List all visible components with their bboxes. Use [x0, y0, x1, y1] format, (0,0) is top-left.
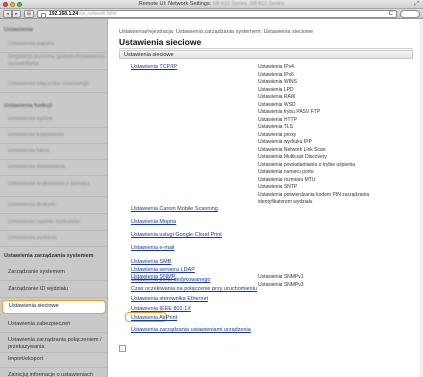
sidebar-item-18[interactable]: Ustawienia zarządzania połączeniem / prz… [0, 335, 108, 353]
site-favicon-icon [41, 12, 46, 18]
search-input[interactable] [400, 10, 420, 18]
sidebar-item-8[interactable]: Ustawienia skanowania [0, 162, 108, 176]
link-settings-0[interactable]: Ustawienia Canon Mobile Scanning [131, 206, 218, 212]
tcpip-desc-line: Ustawienia proxy [258, 131, 297, 138]
sidebar-item-9[interactable]: Ustawienia drukowania z pamięci [0, 179, 108, 197]
sidebar-item-label: Ustawienia wydania [8, 235, 57, 241]
link-settings-4[interactable]: Ustawienia SMB [131, 259, 171, 265]
tcpip-desc-line: Ustawienia IPv4 [258, 64, 294, 70]
tcpip-description: Ustawienia IPv4 Ustawienia IPv6 Ustawienia… [258, 64, 369, 207]
sidebar-item-label: Ustawienia [4, 27, 33, 33]
sidebar-item-3[interactable]: Ustawienia włącznika czasowego [0, 79, 108, 93]
tcpip-desc-line: Ustawienia powiadamiania o trybie uśpien… [258, 161, 355, 168]
tcpip-desc-line: Ustawienia TLS [258, 124, 293, 130]
sidebar: Ustawienia Ustawienia papieru Regulacja po… [0, 19, 108, 377]
link-settings-b0[interactable]: Ustawienia serwera LDAP [131, 267, 195, 273]
sidebar-item-label: Ustawienia papieru [8, 41, 55, 47]
sidebar-item-label: Zarządzanie ID wydziału [8, 286, 68, 292]
sidebar-item-11[interactable]: Ustawienia raportu wydruków [0, 217, 108, 231]
breadcrumb: Ustawienia/rejestracja: Ustawienia zarzą… [119, 29, 314, 35]
sidebar-item-label: Ustawienia raportu wydruków [8, 219, 80, 225]
link-tcpip-settings[interactable]: Ustawienia TCP/IP [131, 64, 177, 70]
sidebar-item-label: Ustawienia zarządzania systemem [4, 253, 94, 259]
tcpip-desc-line: Ustawienia trybu PASV FTP [258, 109, 321, 115]
sidebar-item-4: Ustawienia funkcji [0, 101, 108, 111]
sidebar-item-17[interactable]: Ustawienia zabezpieczeń [0, 319, 108, 333]
sidebar-item-6[interactable]: Ustawienia kopiowania [0, 130, 108, 144]
sidebar-item-14[interactable]: Zarządzanie systemem [0, 267, 108, 281]
sidebar-item-label: Ustawienia funkcji [4, 103, 52, 109]
reload-icon[interactable]: C [389, 11, 393, 18]
link-settings-b2[interactable]: Czas oczekiwania na połączenie przy uruc… [131, 286, 257, 292]
tcpip-desc-line: Ustawienia Multicast Discovery [258, 154, 327, 160]
url-path: /rui_network.html [78, 11, 117, 17]
snmp-desc-line: Ustawienia SNMPv1 [258, 274, 304, 280]
tcpip-desc-line: Ustawienia Network Link Scan [258, 146, 326, 153]
divider [119, 48, 413, 49]
sidebar-item-label: Ustawienia drukowania z pamięci [8, 181, 90, 187]
sidebar-item-2[interactable]: Regulacja poziomu gęstości/Ustawienia wy… [0, 52, 108, 70]
sidebar-item-1[interactable]: Ustawienia papieru [0, 39, 108, 53]
sidebar-item-15[interactable]: Zarządzanie ID wydziału [0, 284, 108, 298]
sidebar-item-label: Zarządzanie systemem [8, 269, 65, 275]
tcpip-desc-line: Ustawienia WINS [258, 79, 297, 85]
tcpip-desc-line: Ustawienia IPv6 [258, 71, 294, 78]
sidebar-item-10[interactable]: Ustawienia drukarki [0, 200, 108, 214]
tcpip-desc-line: Ustawienia WSD [258, 101, 296, 108]
url-host: 192.168.1.24 [49, 11, 79, 17]
tab-overview-button[interactable]: ⊞ [24, 10, 34, 18]
sidebar-item-16[interactable]: Ustawienia sieciowe [2, 300, 106, 314]
scroll-top-icon[interactable] [119, 345, 126, 352]
fullscreen-icon[interactable]: ⤢ [414, 1, 419, 8]
link-settings-2[interactable]: Ustawienia usługi Google Cloud Print [131, 232, 222, 238]
sidebar-item-label: Ustawienia zarządzania połączeniem / prz… [8, 337, 102, 350]
tcpip-desc-line: Ustawienia SNTP [258, 184, 298, 190]
tcpip-desc-line: Ustawienia wydruku IPP [258, 139, 312, 145]
sidebar-item-label: Import/eksport [8, 356, 44, 362]
sidebar-item-label: Ustawienia drukarki [8, 202, 56, 208]
link-settings-3[interactable]: Ustawienia e-mail [131, 245, 174, 251]
sidebar-item-label: Zainicjuj informacje o ustawieniach [8, 372, 93, 377]
sidebar-item-label: Ustawienia zabezpieczeń [8, 321, 71, 327]
back-button[interactable]: ◂ [3, 10, 12, 18]
sidebar-item-5[interactable]: Ustawienia ogólne [0, 114, 108, 128]
sidebar-item-0: Ustawienia [0, 25, 108, 35]
section-header: Ustawienia sieciowe [119, 50, 413, 59]
page-title: Ustawienia sieciowe [119, 37, 202, 47]
tcpip-desc-line: Ustawienia potwierdzania kodem PIN zarzą… [258, 191, 370, 198]
sidebar-item-label: Ustawienia włącznika czasowego [8, 81, 90, 87]
sidebar-item-label: Ustawienia sieciowe [9, 303, 59, 309]
scrollbar[interactable] [419, 19, 423, 377]
sidebar-item-19[interactable]: Import/eksport [0, 354, 108, 368]
link-settings-b4[interactable]: Ustawienia IEEE 802.1X [131, 306, 191, 312]
tcpip-desc-line: Ustawienia numeru portu [258, 169, 314, 175]
tcpip-desc-line: Ustawienia rozmiaru MTU [258, 176, 316, 183]
browser-toolbar: ◂ ▸ ⊞ 192.168.1.24/rui_network.html C [0, 9, 423, 19]
link-settings-b1[interactable]: Ustawienia portu dedykowanego [131, 277, 211, 283]
sidebar-item-label: Regulacja poziomu gęstości/Ustawienia wy… [8, 54, 105, 67]
sidebar-item-label: Ustawienia ogólne [8, 116, 53, 122]
link-settings-1[interactable]: Ustawienia Mopria [131, 219, 176, 225]
sidebar-item-label: Ustawienia faksu [8, 148, 50, 154]
window-titlebar: Remote UI: Network Settings: MF410 Serie… [0, 0, 423, 9]
main-content: Ustawienia/rejestracja: Ustawienia zarzą… [109, 19, 423, 377]
sidebar-item-20[interactable]: Zainicjuj informacje o ustawieniach [0, 370, 108, 377]
link-airprint-settings[interactable]: Ustawienia AirPrint [131, 315, 177, 321]
tcpip-desc-line: Ustawienia HTTP [258, 116, 297, 123]
link-settings-b6[interactable]: Ustawienia zarządzania ustawieniami urzą… [131, 327, 251, 333]
sidebar-item-13: Ustawienia zarządzania systemem [0, 251, 108, 261]
forward-button[interactable]: ▸ [12, 10, 21, 18]
link-settings-b3[interactable]: Ustawienia sterownika Ethernet [131, 296, 208, 302]
sidebar-item-12[interactable]: Ustawienia wydania [0, 233, 108, 247]
tcpip-desc-line: identyfikatorem wydziału [258, 199, 313, 205]
tcpip-desc-line: Ustawienia RAW [258, 94, 296, 100]
window-title: Remote UI: Network Settings: MF410 Serie… [138, 1, 285, 7]
address-bar[interactable]: 192.168.1.24/rui_network.html C [37, 10, 397, 18]
snmp-description: Ustawienia SNMPv1 Ustawienia SNMPv3 [258, 274, 304, 289]
snmp-desc-line: Ustawienia SNMPv3 [258, 281, 304, 288]
sidebar-item-7[interactable]: Ustawienia faksu [0, 146, 108, 160]
tcpip-desc-line: Ustawienia LPD [258, 86, 294, 93]
sidebar-item-label: Ustawienia skanowania [8, 164, 66, 170]
sidebar-item-label: Ustawienia kopiowania [8, 132, 64, 138]
